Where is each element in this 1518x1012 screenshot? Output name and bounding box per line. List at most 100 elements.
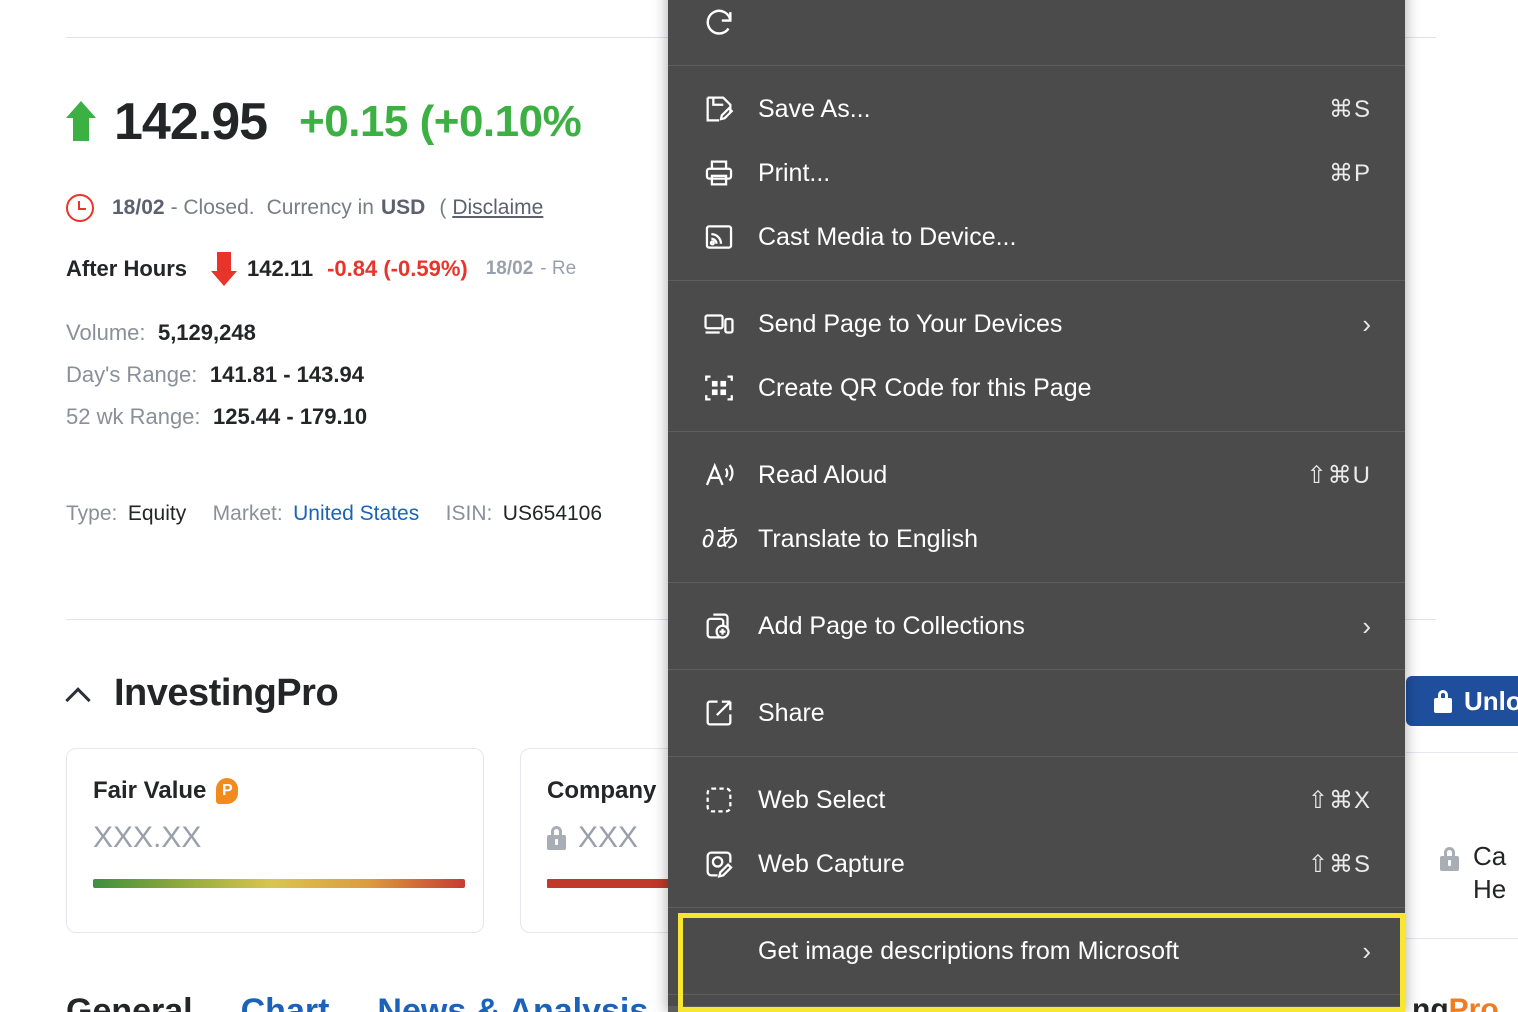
lock-icon xyxy=(1434,689,1452,713)
menu-item-translate[interactable]: ∂あ Translate to English xyxy=(668,507,1405,571)
refresh-icon xyxy=(706,9,732,35)
menu-item-cast-media[interactable]: Cast Media to Device... xyxy=(668,205,1405,269)
investingpro-brand: ngPro xyxy=(1412,993,1499,1012)
chevron-up-icon[interactable] xyxy=(66,681,92,707)
web-capture-icon xyxy=(706,851,733,878)
translate-icon: ∂あ xyxy=(702,525,740,553)
clock-icon xyxy=(66,194,94,222)
stat-value: 125.44 - 179.10 xyxy=(212,404,368,429)
fair-value-label: Fair Value xyxy=(93,777,207,804)
pro-badge-icon: P xyxy=(216,778,239,804)
fair-value-text: XXX.XX xyxy=(93,821,202,854)
menu-item-send-page-to-devices[interactable]: Send Page to Your Devices › xyxy=(668,292,1405,356)
menu-item-web-select[interactable]: Web Select ⇧⌘X xyxy=(668,768,1405,832)
after-hours-row: After Hours 142.11 -0.84 (-0.59%) 18/02 … xyxy=(66,252,602,286)
section-tabs: General Chart News & Analysis xyxy=(66,992,648,1012)
devices-icon xyxy=(704,314,734,334)
tab-general[interactable]: General xyxy=(66,992,193,1012)
brand-prefix: ng xyxy=(1412,993,1449,1012)
chevron-right-icon: › xyxy=(1362,611,1371,641)
instrument-meta: Type: Equity Market: United States ISIN:… xyxy=(66,502,602,526)
disclaimer-link[interactable]: Disclaime xyxy=(452,196,543,220)
company-label: Company xyxy=(547,777,657,804)
isin-label: ISIN: xyxy=(445,502,493,525)
menu-item-save-as-label: Save As... xyxy=(758,94,871,123)
type-label: Type: xyxy=(66,502,118,525)
menu-item-web-select-shortcut: ⇧⌘X xyxy=(1307,786,1371,814)
unlock-button-label: Unlo xyxy=(1464,685,1518,716)
fair-value-value: XXX.XX xyxy=(93,821,457,855)
menu-item-image-descriptions[interactable]: Get image descriptions from Microsoft › xyxy=(668,919,1405,983)
tab-chart[interactable]: Chart xyxy=(241,992,330,1012)
menu-item-web-capture[interactable]: Web Capture ⇧⌘S xyxy=(668,832,1405,896)
menu-item-print[interactable]: Print... ⌘P xyxy=(668,141,1405,205)
menu-item-cast-media-label: Cast Media to Device... xyxy=(758,222,1017,251)
after-hours-price: 142.11 xyxy=(247,256,314,281)
arrow-down-icon xyxy=(211,252,238,286)
type-value: Equity xyxy=(127,502,187,525)
stat-value: 141.81 - 143.94 xyxy=(209,362,364,387)
menu-group-cutoff xyxy=(668,0,1405,65)
menu-group-view-source: View Page Source ⌥⌘U xyxy=(668,995,1405,1012)
fair-value-card[interactable]: Fair Value P XXX.XX xyxy=(66,748,484,933)
menu-item-create-qr-code[interactable]: Create QR Code for this Page xyxy=(668,356,1405,420)
menu-item-cutoff[interactable] xyxy=(668,0,1405,54)
stat-key: 52 wk Range: xyxy=(66,404,201,429)
stat-key: Volume: xyxy=(66,320,146,345)
menu-item-read-aloud-label: Read Aloud xyxy=(758,460,888,489)
qr-code-icon xyxy=(705,375,733,401)
menu-item-save-as[interactable]: Save As... ⌘S xyxy=(668,77,1405,141)
after-hours-time-suffix: - Re xyxy=(540,258,577,279)
session-row: 18/02 - Closed. Currency in USD ( Discla… xyxy=(66,194,602,222)
price-row: 142.95 +0.15 (+0.10% xyxy=(66,92,602,152)
last-price: 142.95 xyxy=(114,93,268,151)
read-aloud-icon xyxy=(705,462,734,486)
menu-item-read-aloud[interactable]: Read Aloud ⇧⌘U xyxy=(668,443,1405,507)
paren-open: ( xyxy=(439,196,447,219)
menu-item-add-to-collections[interactable]: Add Page to Collections › xyxy=(668,594,1405,658)
stat-value: 5,129,248 xyxy=(157,320,256,345)
share-icon xyxy=(706,700,732,726)
menu-item-web-select-label: Web Select xyxy=(758,785,886,814)
session-status: - Closed. xyxy=(170,196,255,219)
stat-row: Volume: 5,129,248 xyxy=(66,320,602,346)
lock-icon xyxy=(1440,847,1459,871)
menu-group-share: Share xyxy=(668,670,1405,756)
arrow-up-icon xyxy=(66,101,96,143)
menu-group-send: Send Page to Your Devices › Create QR Co… xyxy=(668,281,1405,431)
side-locked-card[interactable]: Ca He xyxy=(1440,840,1506,905)
menu-item-view-page-source[interactable]: View Page Source ⌥⌘U xyxy=(668,1006,1405,1012)
menu-item-share-label: Share xyxy=(758,698,825,727)
price-change: +0.15 (+0.10% xyxy=(299,97,582,146)
menu-item-translate-label: Translate to English xyxy=(758,524,979,553)
card-title-row: Fair Value P xyxy=(93,777,457,805)
save-as-icon xyxy=(706,96,734,122)
menu-item-save-as-shortcut: ⌘S xyxy=(1328,95,1371,123)
side-card-line2: He xyxy=(1473,873,1507,904)
fair-value-gauge xyxy=(93,879,465,888)
menu-item-add-collections-label: Add Page to Collections xyxy=(758,611,1025,640)
browser-context-menu[interactable]: Save As... ⌘S Print... ⌘P Cast Media to … xyxy=(668,0,1405,1012)
menu-item-image-descriptions-label: Get image descriptions from Microsoft xyxy=(758,936,1179,965)
menu-group-web-tools: Web Select ⇧⌘X Web Capture ⇧⌘S xyxy=(668,757,1405,907)
unlock-button[interactable]: Unlo xyxy=(1406,676,1518,726)
stat-row: Day's Range: 141.81 - 143.94 xyxy=(66,362,602,388)
menu-item-print-shortcut: ⌘P xyxy=(1328,159,1371,187)
collections-icon xyxy=(706,613,730,639)
stat-row: 52 wk Range: 125.44 - 179.10 xyxy=(66,404,602,430)
lock-icon xyxy=(547,826,566,850)
tab-news-analysis[interactable]: News & Analysis xyxy=(377,992,648,1012)
market-value-link[interactable]: United States xyxy=(293,502,419,525)
after-hours-time: 18/02 xyxy=(485,258,534,279)
isin-value: US654106 xyxy=(502,502,603,525)
quote-summary: 142.95 +0.15 (+0.10% 18/02 - Closed. Cur… xyxy=(66,92,602,526)
menu-item-read-aloud-shortcut: ⇧⌘U xyxy=(1306,461,1371,489)
menu-group-file: Save As... ⌘S Print... ⌘P Cast Media to … xyxy=(668,66,1405,280)
menu-item-create-qr-label: Create QR Code for this Page xyxy=(758,373,1092,402)
menu-item-web-capture-label: Web Capture xyxy=(758,849,905,878)
web-select-icon xyxy=(706,787,732,813)
after-hours-label: After Hours xyxy=(66,256,188,281)
menu-group-image-descriptions: Get image descriptions from Microsoft › xyxy=(668,908,1405,994)
menu-item-share[interactable]: Share xyxy=(668,681,1405,745)
investingpro-header[interactable]: InvestingPro xyxy=(66,672,339,715)
